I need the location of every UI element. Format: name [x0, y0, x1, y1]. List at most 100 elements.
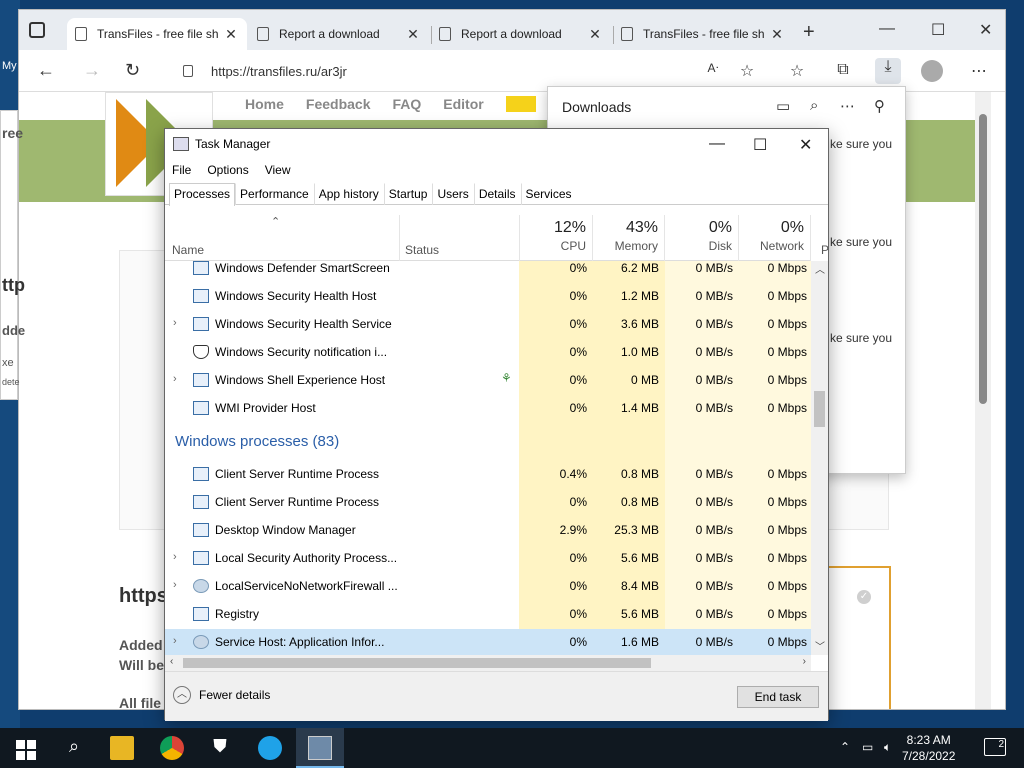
scroll-up-icon[interactable]: ︿ — [815, 261, 825, 276]
downloads-icon[interactable]: ⤓ — [875, 58, 901, 84]
scroll-thumb[interactable] — [183, 658, 651, 668]
close-window-icon[interactable]: ✕ — [979, 20, 992, 40]
add-favorite-icon[interactable]: ☆ — [737, 61, 757, 81]
security-shield-icon[interactable]: ⛊ — [208, 736, 232, 760]
scroll-thumb[interactable] — [814, 391, 825, 427]
tab-app-history[interactable]: App history — [313, 183, 384, 205]
process-row[interactable]: › Local Security Authority Process... 0% 5.… — [165, 545, 811, 573]
edge-icon[interactable] — [258, 736, 282, 760]
vertical-scrollbar[interactable]: ︿ ﹀ — [811, 261, 828, 655]
new-tab-icon[interactable]: + — [803, 22, 815, 42]
refresh-icon[interactable]: ↻ — [125, 60, 140, 81]
close-icon[interactable]: ✕ — [405, 26, 421, 43]
minimize-icon[interactable]: — — [709, 135, 725, 153]
profile-icon[interactable] — [921, 60, 943, 82]
expand-chevron-icon[interactable]: › — [173, 551, 177, 563]
process-row[interactable]: Registry 0% 5.6 MB 0 MB/s 0 Mbps — [165, 601, 811, 629]
process-row[interactable]: › Windows Security Health Service 0% 3.6 MB… — [165, 311, 811, 339]
col-network[interactable]: 0% Network — [739, 215, 811, 261]
nav-faq[interactable]: FAQ — [393, 96, 422, 112]
back-icon[interactable]: ← — [37, 60, 55, 81]
col-status[interactable]: Status — [405, 243, 439, 257]
close-icon[interactable]: ✕ — [799, 135, 812, 155]
col-cpu[interactable]: 12% CPU — [519, 215, 593, 261]
tab-report-2[interactable]: Report a download ✕ — [431, 18, 611, 50]
close-icon[interactable]: ✕ — [223, 26, 239, 43]
tab-startup[interactable]: Startup — [383, 183, 433, 205]
process-row[interactable]: › Windows Shell Experience Host ⚘ 0% 0 MB 0 M… — [165, 367, 811, 395]
tab-details[interactable]: Details — [473, 183, 521, 205]
group-header[interactable]: Windows processes (83) — [165, 425, 811, 457]
horizontal-scrollbar[interactable]: ‹ › — [165, 655, 811, 671]
page-scrollbar[interactable] — [975, 92, 991, 709]
process-row[interactable]: Client Server Runtime Process 0.4% 0.8 MB 0… — [165, 461, 811, 489]
expand-chevron-icon[interactable]: › — [173, 579, 177, 591]
title-bar[interactable]: Task Manager — [165, 129, 828, 159]
tab-services[interactable]: Services — [520, 183, 577, 205]
more-options-icon[interactable]: ⋯ — [840, 97, 855, 115]
process-row[interactable]: › LocalServiceNoNetworkFirewall ... 0% 8.4 … — [165, 573, 811, 601]
clock[interactable]: 8:23 AM 7/28/2022 — [902, 732, 955, 764]
col-memory[interactable]: 43% Memory — [593, 215, 665, 261]
start-icon[interactable] — [14, 736, 38, 760]
menu-view[interactable]: View — [265, 163, 291, 177]
lock-icon[interactable] — [183, 65, 193, 77]
read-aloud-icon[interactable]: Aᐧ — [703, 61, 723, 81]
chrome-icon[interactable] — [160, 736, 184, 760]
tab-performance[interactable]: Performance — [235, 183, 314, 205]
collections-icon[interactable]: ⧉ — [833, 61, 853, 81]
process-row[interactable]: Client Server Runtime Process 0% 0.8 MB 0 M… — [165, 489, 811, 517]
col-name[interactable]: Name — [172, 243, 204, 257]
menu-file[interactable]: File — [172, 163, 191, 177]
process-row[interactable]: Desktop Window Manager 2.9% 25.3 MB 0 MB/s 0… — [165, 517, 811, 545]
fewer-details-button[interactable]: ︿ Fewer details — [173, 686, 270, 704]
close-icon[interactable]: ✕ — [587, 26, 603, 43]
expand-chevron-icon[interactable]: › — [173, 635, 177, 647]
expand-chevron-icon[interactable]: › — [173, 373, 177, 385]
search-icon[interactable]: ⌕ — [810, 97, 818, 114]
forward-icon[interactable]: → — [83, 60, 101, 81]
tab-actions-icon[interactable] — [29, 22, 45, 38]
address-bar[interactable]: https://transfiles.ru/ar3jr — [169, 56, 729, 86]
more-icon[interactable]: ⋯ — [969, 61, 989, 81]
process-window-icon — [193, 261, 209, 275]
favorites-icon[interactable]: ☆ — [787, 61, 807, 81]
maximize-icon[interactable]: ☐ — [931, 20, 945, 40]
volume-icon[interactable]: 🔈︎ — [884, 740, 891, 755]
task-manager-taskbar-icon[interactable] — [308, 736, 332, 760]
pin-icon[interactable]: ⚲ — [874, 97, 885, 115]
process-row[interactable]: › Service Host: Application Infor... 0% 1.6… — [165, 629, 811, 655]
process-row[interactable]: Windows Security Health Host 0% 1.2 MB 0 MB… — [165, 283, 811, 311]
nav-highlight[interactable] — [505, 96, 536, 112]
maximize-icon[interactable]: ☐ — [753, 135, 767, 155]
menu-options[interactable]: Options — [207, 163, 248, 177]
tab-users[interactable]: Users — [432, 183, 473, 205]
scroll-down-icon[interactable]: ﹀ — [815, 638, 825, 653]
scroll-left-icon[interactable]: ‹ — [170, 656, 173, 667]
search-icon[interactable]: ⌕ — [62, 736, 86, 760]
nav-home[interactable]: Home — [245, 96, 284, 112]
end-task-button[interactable]: End task — [737, 686, 819, 708]
open-folder-icon[interactable]: ▭ — [776, 97, 790, 115]
tab-transfiles-1[interactable]: TransFiles - free file sh ✕ — [67, 18, 247, 50]
chevron-up-icon[interactable]: ⌃ — [840, 740, 850, 754]
col-power-cut[interactable]: P — [821, 243, 829, 257]
tab-report-1[interactable]: Report a download ✕ — [249, 18, 429, 50]
process-row[interactable]: Windows Defender SmartScreen 0% 6.2 MB 0 MB… — [165, 261, 811, 283]
desktop-icon-label[interactable]: My — [2, 60, 17, 72]
network-icon[interactable]: ▭ — [862, 740, 873, 754]
tab-processes[interactable]: Processes — [169, 183, 236, 206]
minimize-icon[interactable]: — — [879, 20, 895, 38]
expand-chevron-icon[interactable]: › — [173, 317, 177, 329]
process-row[interactable]: Windows Security notification i... 0% 1.0 … — [165, 339, 811, 367]
notifications-icon[interactable]: 2 — [984, 738, 1006, 756]
process-row[interactable]: WMI Provider Host 0% 1.4 MB 0 MB/s 0 Mbps — [165, 395, 811, 423]
file-explorer-icon[interactable] — [110, 736, 134, 760]
tab-transfiles-2[interactable]: TransFiles - free file sh ✕ — [613, 18, 793, 50]
col-disk[interactable]: 0% Disk — [665, 215, 739, 261]
chevron-up-icon: ︿ — [173, 686, 191, 704]
nav-editor[interactable]: Editor — [443, 96, 483, 112]
nav-feedback[interactable]: Feedback — [306, 96, 371, 112]
close-icon[interactable]: ✕ — [769, 26, 785, 43]
scroll-right-icon[interactable]: › — [803, 656, 806, 667]
